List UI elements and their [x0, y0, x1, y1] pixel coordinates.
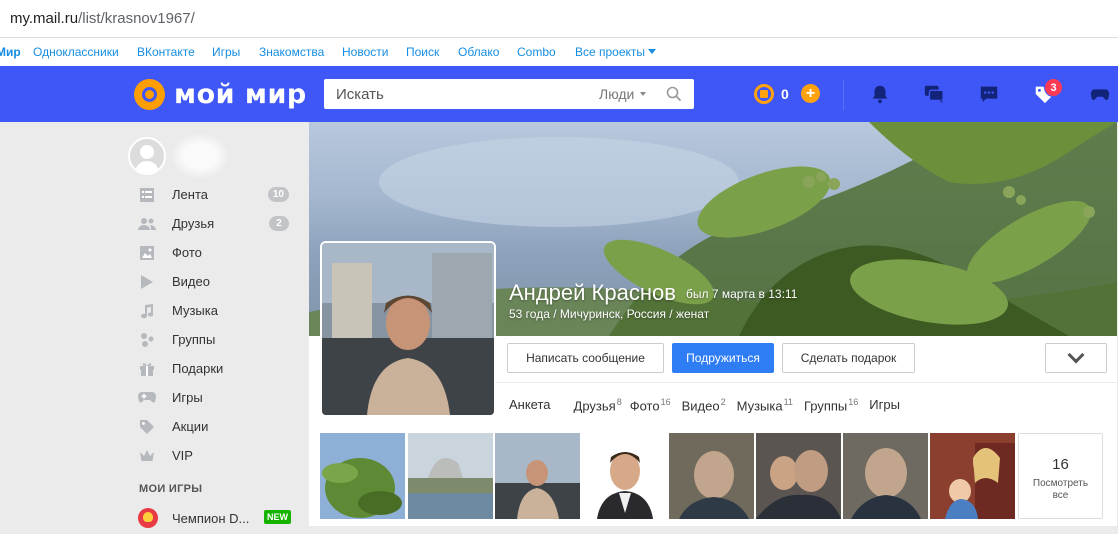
photo-thumbnail[interactable] [583, 433, 668, 519]
gamepad-icon [138, 389, 156, 407]
photo-thumbnail[interactable] [930, 433, 1015, 519]
sidebar-item-groups[interactable]: Группы [138, 325, 293, 354]
music-icon [138, 302, 156, 320]
more-actions-button[interactable] [1045, 343, 1107, 373]
sidebar-item-gifts[interactable]: Подарки [138, 354, 293, 383]
friends-icon [138, 215, 156, 233]
tab-videos[interactable]: Видео2 [682, 397, 726, 413]
tab-photos[interactable]: Фото16 [630, 397, 671, 413]
left-sidebar: Лента 10 Друзья 2 Фото Видео Музыка Груп… [0, 122, 308, 534]
portal-link-vk[interactable]: ВКонтакте [137, 45, 195, 59]
crown-icon [138, 447, 156, 465]
gamepad-icon[interactable] [1088, 83, 1112, 105]
add-coins-button[interactable]: + [801, 84, 820, 103]
tab-games[interactable]: Игры [869, 397, 900, 413]
write-message-button[interactable]: Написать сообщение [507, 343, 664, 373]
tab-music[interactable]: Музыка11 [737, 397, 793, 413]
sidebar-item-feed[interactable]: Лента 10 [138, 180, 293, 209]
photo-icon [138, 244, 156, 262]
friends-count-badge: 2 [269, 216, 289, 231]
own-name-blurred[interactable] [172, 134, 228, 178]
portal-link-all-projects[interactable]: Все проекты [575, 45, 657, 59]
bell-icon[interactable] [868, 83, 892, 105]
notifications-badge: 3 [1044, 78, 1063, 97]
profile-name: Андрей Краснов [509, 280, 676, 305]
portal-link-games[interactable]: Игры [212, 45, 240, 59]
my-games-heading: МОИ ИГРЫ [139, 483, 203, 495]
card-divider [496, 382, 1117, 383]
portal-link-news[interactable]: Новости [342, 45, 388, 59]
groups-icon [138, 331, 156, 349]
at-logo-icon [134, 78, 165, 110]
search-box: Люди [324, 79, 694, 109]
photo-thumbnail[interactable] [408, 433, 493, 519]
portal-link-dating[interactable]: Знакомства [259, 45, 324, 59]
feed-count-badge: 10 [267, 187, 289, 202]
tag-icon [138, 418, 156, 436]
video-icon [138, 273, 156, 291]
search-scope-select[interactable]: Люди [599, 86, 647, 102]
chevron-down-icon [1067, 346, 1085, 364]
add-friend-button[interactable]: Подружиться [672, 343, 774, 373]
chats-icon[interactable] [922, 83, 946, 105]
sidebar-item-vip[interactable]: VIP [138, 441, 293, 470]
feed-icon [138, 186, 156, 204]
coin-count: 0 [781, 86, 789, 102]
coin-icon[interactable] [754, 84, 774, 104]
address-bar[interactable]: my.mail.ru/list/krasnov1967/ [0, 0, 1118, 38]
game-champion-icon [138, 508, 158, 528]
last-seen-status: был 7 марта в 13:11 [686, 287, 798, 301]
photo-thumbnail[interactable] [756, 433, 841, 519]
portal-nav: Мир Одноклассники ВКонтакте Игры Знакомс… [0, 38, 1118, 66]
chevron-down-icon [640, 92, 647, 96]
portal-link-mir[interactable]: Мир [0, 45, 21, 59]
sidebar-item-music[interactable]: Музыка [138, 296, 293, 325]
portal-link-cloud[interactable]: Облако [458, 45, 499, 59]
chevron-down-icon [648, 49, 657, 54]
logo-text: мой мир [174, 78, 307, 110]
sidebar-item-video[interactable]: Видео [138, 267, 293, 296]
search-icon[interactable] [666, 86, 682, 102]
tab-profile-info[interactable]: Анкета [509, 397, 551, 413]
photo-thumbnail[interactable] [495, 433, 580, 519]
sidebar-item-photo[interactable]: Фото [138, 238, 293, 267]
sidebar-item-friends[interactable]: Друзья 2 [138, 209, 293, 238]
gift-icon [138, 360, 156, 378]
photo-thumbnail[interactable] [669, 433, 754, 519]
profile-photo[interactable] [320, 241, 496, 417]
profile-tabs: Анкета Друзья8 Фото16 Видео2 Музыка11 Гр… [509, 397, 914, 413]
photo-thumbnail[interactable] [320, 433, 405, 519]
own-avatar[interactable] [128, 137, 166, 175]
site-header: мой мир Люди 0 + 3 [0, 66, 1118, 122]
search-input[interactable] [324, 79, 584, 109]
site-logo[interactable]: мой мир [134, 78, 307, 110]
messages-icon[interactable] [977, 83, 1001, 105]
send-gift-button[interactable]: Сделать подарок [782, 343, 915, 373]
address-url[interactable]: my.mail.ru/list/krasnov1967/ [10, 10, 195, 27]
view-all-photos-button[interactable]: 16 Посмотреть все [1018, 433, 1103, 519]
new-badge: NEW [264, 510, 291, 524]
sidebar-item-promos[interactable]: Акции [138, 412, 293, 441]
portal-link-combo[interactable]: Combo [517, 45, 556, 59]
portal-link-search[interactable]: Поиск [406, 45, 439, 59]
tab-friends[interactable]: Друзья8 [574, 397, 622, 413]
tab-groups[interactable]: Группы16 [804, 397, 858, 413]
portal-link-ok[interactable]: Одноклассники [33, 45, 119, 59]
sidebar-game-item[interactable]: Чемпион D... NEW [138, 507, 293, 529]
sidebar-item-games[interactable]: Игры [138, 383, 293, 412]
photo-thumbnail[interactable] [843, 433, 928, 519]
profile-details: 53 года / Мичуринск, Россия / женат [509, 307, 710, 321]
sidebar-nav: Лента 10 Друзья 2 Фото Видео Музыка Груп… [138, 180, 293, 470]
header-divider [843, 80, 844, 110]
